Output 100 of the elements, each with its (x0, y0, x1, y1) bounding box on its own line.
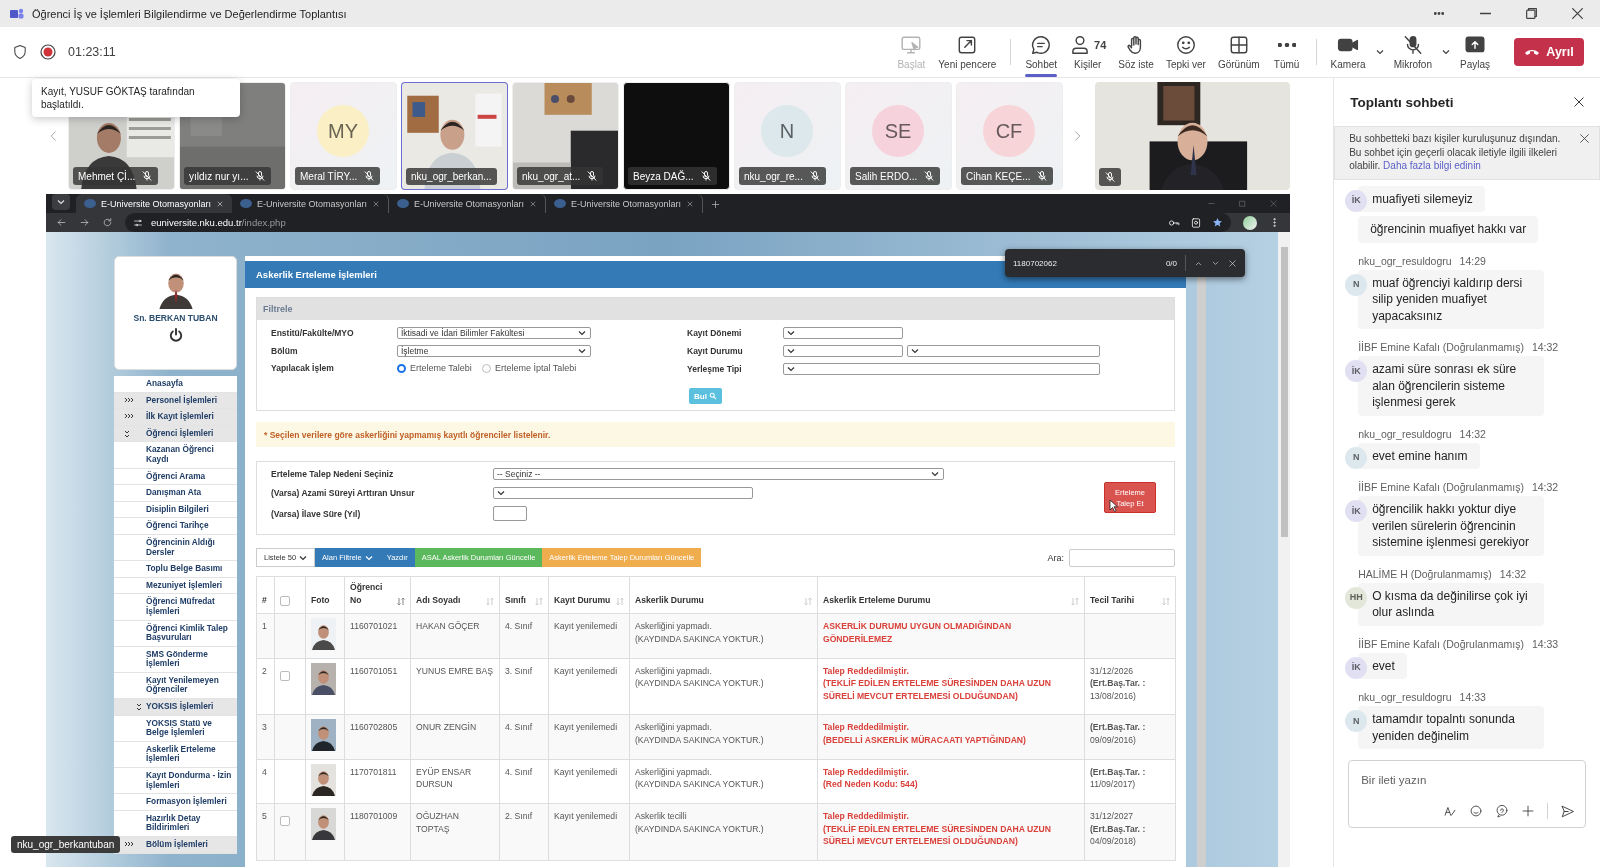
select-field[interactable]: -- Seçiniz -- (493, 468, 944, 480)
menu-item[interactable]: Askerlik Erteleme İşlemleri (114, 741, 237, 769)
toolbar-button[interactable]: Görünüm (1211, 27, 1266, 77)
menu-item[interactable]: Öğrenci Tarihçe (114, 518, 237, 535)
find-field[interactable]: 1180702062 (1013, 258, 1158, 268)
toolbar-button[interactable]: Kamera (1324, 27, 1372, 77)
toolbar-button[interactable]: Yeni pencere (932, 27, 1003, 77)
menu-item[interactable]: Öğrenci Arama (114, 468, 237, 486)
caret-icon (787, 366, 795, 372)
sender-avatar: N (1345, 446, 1368, 469)
select-field[interactable]: İşletme (397, 345, 591, 357)
toolbar-button[interactable]: 74 Kişiler (1063, 27, 1113, 77)
profile-avatar[interactable] (1243, 215, 1257, 230)
sender-name: İİBF Emine Kafalı (Doğrulanmamış) (1358, 481, 1524, 493)
row-checkbox[interactable] (280, 670, 290, 681)
message-field[interactable]: Bir ileti yazın (1359, 773, 1579, 787)
radio-option[interactable]: Erteleme Talebi (397, 363, 472, 373)
menu-item[interactable]: Disiplin Bilgileri (114, 501, 237, 519)
menu-item[interactable]: Öğrencinin Aldığı Dersler (114, 534, 237, 562)
field-label: (Varsa) İlave Süre (Yıl) (271, 508, 362, 519)
toolbar-button[interactable]: Paylaş (1454, 27, 1496, 77)
participant-tile[interactable]: nku_ogr_berkan... (401, 82, 508, 190)
close-icon (529, 199, 537, 208)
sort-icon[interactable] (397, 597, 405, 606)
sort-icon[interactable] (1071, 597, 1079, 606)
more-icon (1277, 43, 1296, 47)
column-header: Askerlik Durumu (635, 593, 704, 606)
url-text: euniversite.nku.edu.tr/index.php (151, 217, 286, 228)
military-status: Askerliğini yapmadı. (635, 765, 713, 778)
menu-item[interactable]: Mezuniyet İşlemleri (114, 577, 237, 595)
minimize-icon (1479, 12, 1491, 15)
sort-icon[interactable] (535, 597, 543, 606)
menu-item[interactable]: Danışman Ata (114, 485, 237, 502)
toolbar-button[interactable]: Söz iste (1112, 27, 1160, 77)
toolbar-button[interactable]: Sohbet (1019, 27, 1064, 77)
menu-item[interactable]: Anasayfa (114, 376, 237, 393)
row-checkbox[interactable] (280, 816, 290, 826)
emoji-icon (1469, 804, 1483, 818)
toolbar-button[interactable]: Mikrofon (1387, 27, 1438, 77)
close-icon (1578, 132, 1591, 145)
deferral-date: 31/12/2027 (1090, 810, 1134, 823)
menu-item[interactable]: SMS Gönderme İşlemleri (114, 646, 237, 673)
browser-tab[interactable]: E-Universite Otomasyonları (76, 194, 232, 213)
deferral-date: 31/12/2026 (1090, 664, 1134, 677)
menu-item[interactable]: Kazanan Öğrenci Kaydı (114, 442, 237, 469)
caret-icon (931, 471, 939, 477)
mic-off-icon (363, 170, 376, 182)
leave-button[interactable]: Ayrıl (1514, 38, 1584, 66)
toolbar-button[interactable]: Tepki ver (1159, 27, 1212, 77)
search-field[interactable] (1069, 548, 1175, 567)
menu-item[interactable]: Öğrenci Kimlik Talep Başvuruları (114, 620, 237, 647)
column-header: Adı Soyadı (416, 593, 461, 606)
tab-list-caret-icon (57, 199, 65, 205)
participant-tile[interactable]: CF Cihan KEÇE... (956, 82, 1063, 190)
learn-more-link[interactable]: Daha fazla bilgi edinin (1383, 160, 1481, 171)
message-text: muafiyeti silemeyiz (1372, 191, 1473, 206)
avatar-initials: SE (872, 105, 924, 157)
select-all-checkbox[interactable] (280, 596, 290, 606)
menu-item[interactable]: YOKSIS Statü ve Belge İşlemleri (114, 715, 237, 742)
caret-icon (787, 348, 795, 354)
field-label: Kayıt Dönemi (687, 328, 743, 338)
dropdown-caret-icon (1442, 49, 1450, 55)
sort-icon[interactable] (616, 597, 624, 606)
deferral-date: (Ert.Baş.Tar. : 04/09/2018) (1090, 822, 1147, 848)
participant-tile[interactable]: nku_ogr_at... (512, 82, 619, 190)
menu-item[interactable]: Formasyon İşlemleri (114, 794, 237, 811)
expanded-chevron-icon (124, 429, 130, 438)
sort-icon[interactable] (1162, 597, 1170, 606)
user-name: Sn. BERKAN TUBAN (133, 313, 218, 323)
participant-name: Mehmet Çİ... (78, 170, 136, 182)
menu-item[interactable]: Kayıt Dondurma - İzin İşlemleri (114, 768, 237, 795)
radio-option[interactable]: Erteleme İptal Talebi (481, 363, 577, 373)
field-label: Yerleşme Tipi (687, 364, 743, 374)
select-field[interactable] (783, 327, 903, 339)
mic-off-icon (254, 170, 267, 182)
select-field[interactable]: İktisadi ve İdari Bilimler Fakültesi (397, 327, 591, 339)
menu-item[interactable]: Toplu Belge Basımı (114, 561, 237, 578)
menu-group[interactable]: İlk Kayıt İşlemleri (114, 409, 237, 426)
menu-item[interactable]: Öğrenci Müfredat İşlemleri (114, 594, 237, 621)
menu-group[interactable]: YOKSIS İşlemleri (114, 699, 237, 716)
scrollbar-thumb[interactable] (1281, 247, 1288, 537)
participant-name: yıldız nur yı... (189, 170, 249, 182)
smiley-icon (1174, 34, 1197, 56)
address-bar[interactable]: euniversite.nku.edu.tr/index.php (125, 213, 1231, 232)
input-field[interactable] (493, 506, 527, 521)
select-field[interactable] (907, 345, 1100, 357)
message-time: 14:33 (1531, 637, 1559, 650)
sort-icon[interactable] (486, 597, 494, 606)
participant-name: Meral TİRY... (300, 170, 358, 182)
select-field[interactable] (783, 363, 1100, 375)
menu-group[interactable]: Bölüm İşlemleri (114, 837, 237, 854)
participant-tile[interactable]: Beyza DAĞ... (623, 82, 730, 190)
scrollbar[interactable] (1278, 232, 1290, 867)
participant-tile[interactable]: SE Salih ERDO... (845, 82, 952, 190)
participant-tile[interactable]: MY Meral TİRY... (290, 82, 397, 190)
participant-tile[interactable]: N nku_ogr_re... (734, 82, 841, 190)
select-field[interactable] (783, 345, 903, 357)
sort-icon[interactable] (804, 597, 812, 606)
select-field[interactable] (493, 487, 753, 499)
toolbar-button[interactable]: Tümü (1265, 27, 1308, 77)
